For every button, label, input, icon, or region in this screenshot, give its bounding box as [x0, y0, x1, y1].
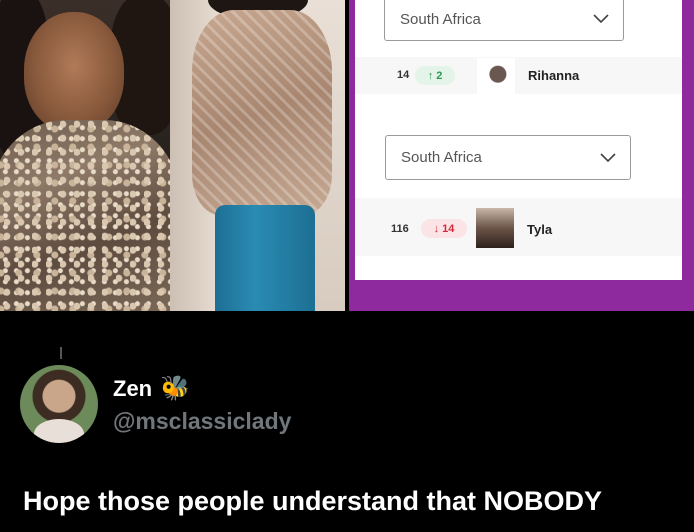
chevron-down-icon — [600, 152, 616, 162]
chart-screenshot: South Africa 14 ↑ 2 Rihanna South Africa — [355, 0, 682, 280]
photo-face — [24, 12, 124, 132]
rank-movement-badge: ↓ 14 — [421, 219, 467, 238]
thread-connector-line — [60, 347, 62, 359]
artist-thumbnail — [476, 208, 514, 248]
country-select-value: South Africa — [401, 149, 482, 166]
photo-embellished-dress — [0, 120, 170, 311]
chart-screenshot-frame: South Africa 14 ↑ 2 Rihanna South Africa — [349, 0, 694, 311]
artist-name[interactable]: Rihanna — [528, 68, 579, 83]
country-select-value: South Africa — [400, 10, 481, 28]
country-select[interactable]: South Africa — [385, 135, 631, 180]
photo-rihanna — [0, 0, 170, 311]
photo-sheer-top — [192, 10, 332, 215]
artist-thumbnail — [477, 58, 515, 94]
rank-movement-badge: ↑ 2 — [415, 66, 455, 85]
photo-tyla — [170, 0, 345, 311]
arrow-down-icon: ↓ — [433, 222, 440, 235]
rank-movement-value: 2 — [436, 69, 443, 82]
arrow-up-icon: ↑ — [427, 69, 434, 82]
chart-row[interactable]: 116 ↓ 14 Tyla — [355, 198, 682, 256]
rank-movement-value: 14 — [442, 222, 455, 235]
chart-rank: 14 — [397, 69, 410, 81]
chart-rank: 116 — [391, 223, 409, 235]
user-handle[interactable]: @msclassiclady — [113, 408, 291, 435]
bee-icon: 🐝 — [160, 375, 191, 402]
artist-name[interactable]: Tyla — [527, 222, 552, 237]
tweet[interactable]: Zen 🐝 @msclassiclady Hope those people u… — [0, 311, 694, 532]
tweet-text: Hope those people understand that NOBODY — [23, 486, 603, 516]
country-select[interactable]: South Africa — [384, 0, 624, 41]
photo-jeans — [215, 205, 315, 311]
chevron-down-icon — [593, 14, 609, 24]
tweet-media[interactable]: South Africa 14 ↑ 2 Rihanna South Africa — [0, 0, 694, 311]
display-name-text: Zen — [113, 375, 153, 401]
display-name[interactable]: Zen 🐝 — [113, 374, 190, 403]
avatar-shoulders — [34, 419, 84, 443]
chart-row[interactable]: 14 ↑ 2 Rihanna — [355, 57, 682, 94]
avatar[interactable] — [20, 365, 98, 443]
